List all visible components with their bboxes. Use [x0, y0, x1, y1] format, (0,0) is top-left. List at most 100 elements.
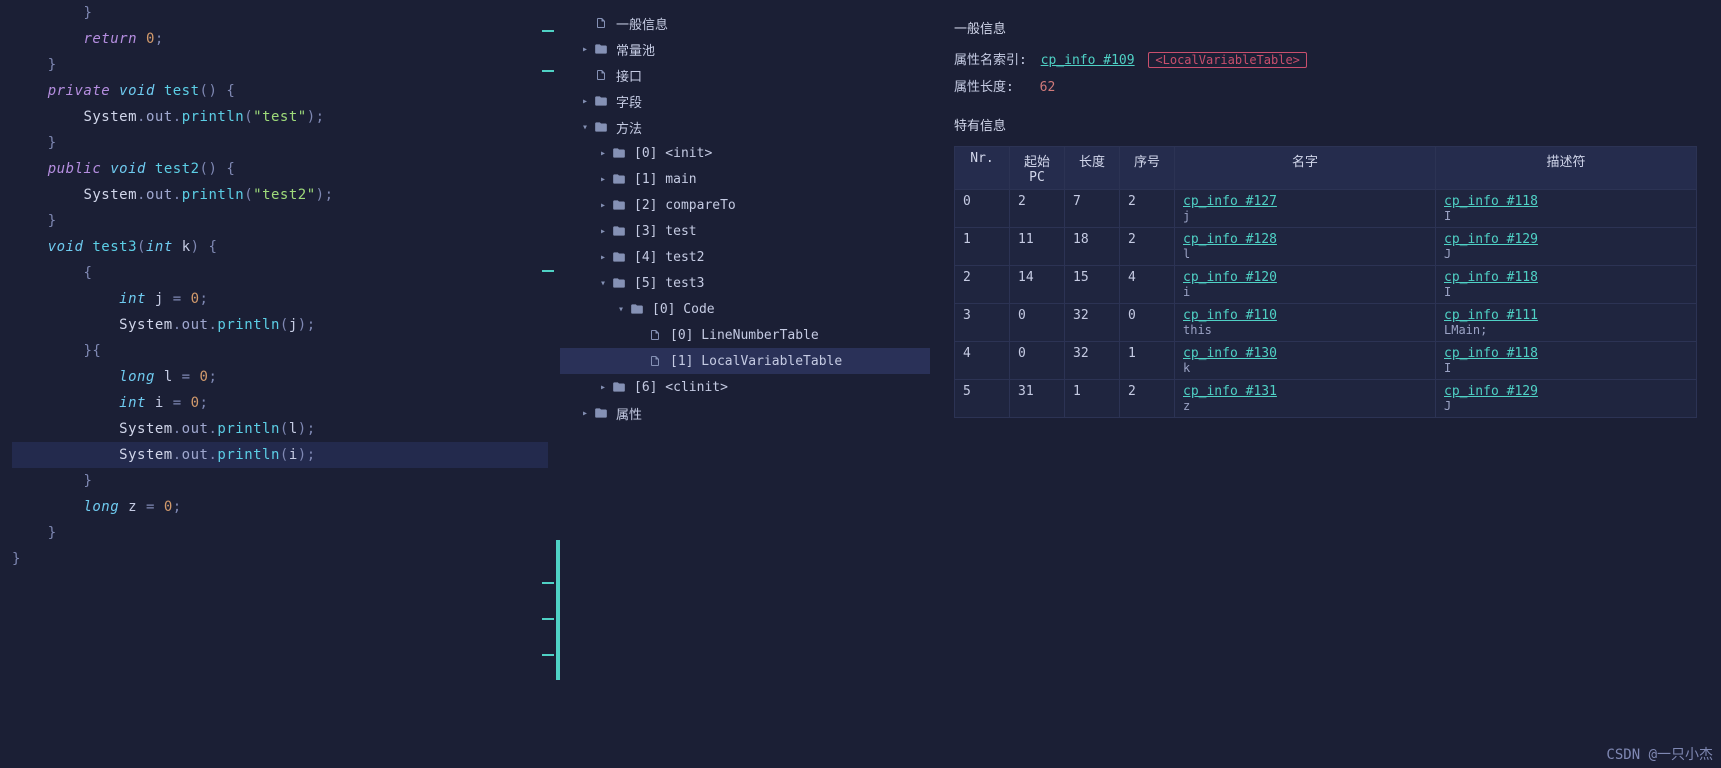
code-line[interactable]: System.out.println(i); — [12, 442, 548, 468]
code-line[interactable]: } — [12, 520, 548, 546]
table-cell: 4 — [1120, 266, 1175, 304]
table-cell: 1 — [1065, 380, 1120, 418]
table-cell-sub: I — [1444, 209, 1688, 223]
code-line[interactable]: public void test2() { — [12, 156, 548, 182]
table-header-cell: Nr. — [955, 147, 1010, 190]
code-line[interactable]: } — [12, 208, 548, 234]
attr-name-index-link[interactable]: cp_info #109 — [1041, 53, 1135, 68]
table-cell: 4 — [955, 342, 1010, 380]
table-cell-desc: cp_info #129J — [1436, 380, 1697, 418]
folder-icon — [592, 94, 610, 108]
table-header-cell: 名字 — [1175, 147, 1436, 190]
cp-info-link[interactable]: cp_info #127 — [1183, 194, 1277, 209]
chevron-right-icon[interactable]: ▸ — [596, 252, 610, 263]
code-line[interactable]: long z = 0; — [12, 494, 548, 520]
code-line[interactable]: int i = 0; — [12, 390, 548, 416]
table-cell: 15 — [1065, 266, 1120, 304]
tree-item[interactable]: ▸[0] <init> — [560, 140, 930, 166]
attr-name-index-key: 属性名索引: — [954, 53, 1027, 68]
tree-item[interactable]: ▸属性 — [560, 400, 930, 426]
table-cell: 11 — [1010, 228, 1065, 266]
code-line[interactable]: } — [12, 546, 548, 572]
cp-info-link[interactable]: cp_info #118 — [1444, 346, 1538, 361]
table-cell-sub: I — [1444, 285, 1688, 299]
table-cell: 2 — [1120, 380, 1175, 418]
code-line[interactable]: System.out.println("test"); — [12, 104, 548, 130]
folder-icon — [610, 224, 628, 238]
tree-item-label: [3] test — [634, 224, 697, 239]
chevron-right-icon[interactable]: ▸ — [578, 96, 592, 107]
tree-item[interactable]: ▸[1] main — [560, 166, 930, 192]
table-cell-sub: z — [1183, 399, 1427, 413]
tree-item[interactable]: ▸[2] compareTo — [560, 192, 930, 218]
tree-item[interactable]: ▸字段 — [560, 88, 930, 114]
chevron-right-icon[interactable]: ▸ — [596, 200, 610, 211]
chevron-down-icon[interactable]: ▾ — [578, 122, 592, 133]
table-row: 0272cp_info #127jcp_info #118I — [955, 190, 1697, 228]
table-row: 40321cp_info #130kcp_info #118I — [955, 342, 1697, 380]
cp-info-link[interactable]: cp_info #130 — [1183, 346, 1277, 361]
cp-info-link[interactable]: cp_info #129 — [1444, 384, 1538, 399]
table-cell-desc: cp_info #129J — [1436, 228, 1697, 266]
tree-item[interactable]: ▸ [3] test — [560, 218, 930, 244]
table-cell-desc: cp_info #118I — [1436, 190, 1697, 228]
code-line[interactable]: void test3(int k) { — [12, 234, 548, 260]
chevron-down-icon[interactable]: ▾ — [614, 304, 628, 315]
code-line[interactable]: int j = 0; — [12, 286, 548, 312]
cp-info-link[interactable]: cp_info #111 — [1444, 308, 1538, 323]
tree-item[interactable]: ▾方法 — [560, 114, 930, 140]
table-cell-name: cp_info #131z — [1175, 380, 1436, 418]
table-cell: 32 — [1065, 342, 1120, 380]
chevron-right-icon[interactable]: ▸ — [596, 174, 610, 185]
tree-item[interactable]: ▸[4] test2 — [560, 244, 930, 270]
attr-name-index-row: 属性名索引: cp_info #109 <LocalVariableTable> — [954, 49, 1697, 68]
code-line[interactable]: } — [12, 0, 548, 26]
folder-icon — [610, 146, 628, 160]
tree-item-label: [0] Code — [652, 302, 715, 317]
code-line[interactable]: }{ — [12, 338, 548, 364]
chevron-right-icon[interactable]: ▸ — [578, 408, 592, 419]
code-line[interactable]: long l = 0; — [12, 364, 548, 390]
tree-item[interactable]: 一般信息 — [560, 10, 930, 36]
code-line[interactable]: System.out.println(j); — [12, 312, 548, 338]
cp-info-link[interactable]: cp_info #118 — [1444, 270, 1538, 285]
chevron-right-icon[interactable]: ▸ — [596, 226, 610, 237]
cp-info-link[interactable]: cp_info #120 — [1183, 270, 1277, 285]
cp-info-link[interactable]: cp_info #129 — [1444, 232, 1538, 247]
chevron-right-icon[interactable]: ▸ — [596, 148, 610, 159]
tree-item[interactable]: ▸常量池 — [560, 36, 930, 62]
cp-info-link[interactable]: cp_info #110 — [1183, 308, 1277, 323]
table-cell: 5 — [955, 380, 1010, 418]
table-header-cell: 起始PC — [1010, 147, 1065, 190]
table-cell-sub: k — [1183, 361, 1427, 375]
tree-item[interactable]: ▸[6] <clinit> — [560, 374, 930, 400]
chevron-right-icon[interactable]: ▸ — [578, 44, 592, 55]
table-row: 111182cp_info #128lcp_info #129J — [955, 228, 1697, 266]
code-line[interactable]: System.out.println(l); — [12, 416, 548, 442]
cp-info-link[interactable]: cp_info #131 — [1183, 384, 1277, 399]
code-editor[interactable]: } return 0; } private void test() { Syst… — [0, 0, 560, 768]
cp-info-link[interactable]: cp_info #118 — [1444, 194, 1538, 209]
code-line[interactable]: } — [12, 130, 548, 156]
code-line[interactable]: private void test() { — [12, 78, 548, 104]
chevron-down-icon[interactable]: ▾ — [596, 278, 610, 289]
chevron-right-icon[interactable]: ▸ — [596, 382, 610, 393]
structure-tree[interactable]: 一般信息▸常量池接口▸字段▾方法▸[0] <init>▸[1] main▸[2]… — [560, 0, 930, 768]
code-line[interactable]: { — [12, 260, 548, 286]
folder-icon — [610, 198, 628, 212]
table-cell: 1 — [955, 228, 1010, 266]
tree-item[interactable]: [1] LocalVariableTable — [560, 348, 930, 374]
tree-item[interactable]: [0] LineNumberTable — [560, 322, 930, 348]
code-line[interactable]: return 0; — [12, 26, 548, 52]
tree-item[interactable]: 接口 — [560, 62, 930, 88]
section-general-label: 一般信息 — [954, 18, 1697, 37]
table-cell-sub: I — [1444, 361, 1688, 375]
tree-item[interactable]: ▾[5] test3 — [560, 270, 930, 296]
cp-info-link[interactable]: cp_info #128 — [1183, 232, 1277, 247]
table-header-cell: 序号 — [1120, 147, 1175, 190]
code-line[interactable]: } — [12, 52, 548, 78]
table-cell-desc: cp_info #118I — [1436, 266, 1697, 304]
tree-item[interactable]: ▾ [0] Code — [560, 296, 930, 322]
code-line[interactable]: } — [12, 468, 548, 494]
code-line[interactable]: System.out.println("test2"); — [12, 182, 548, 208]
